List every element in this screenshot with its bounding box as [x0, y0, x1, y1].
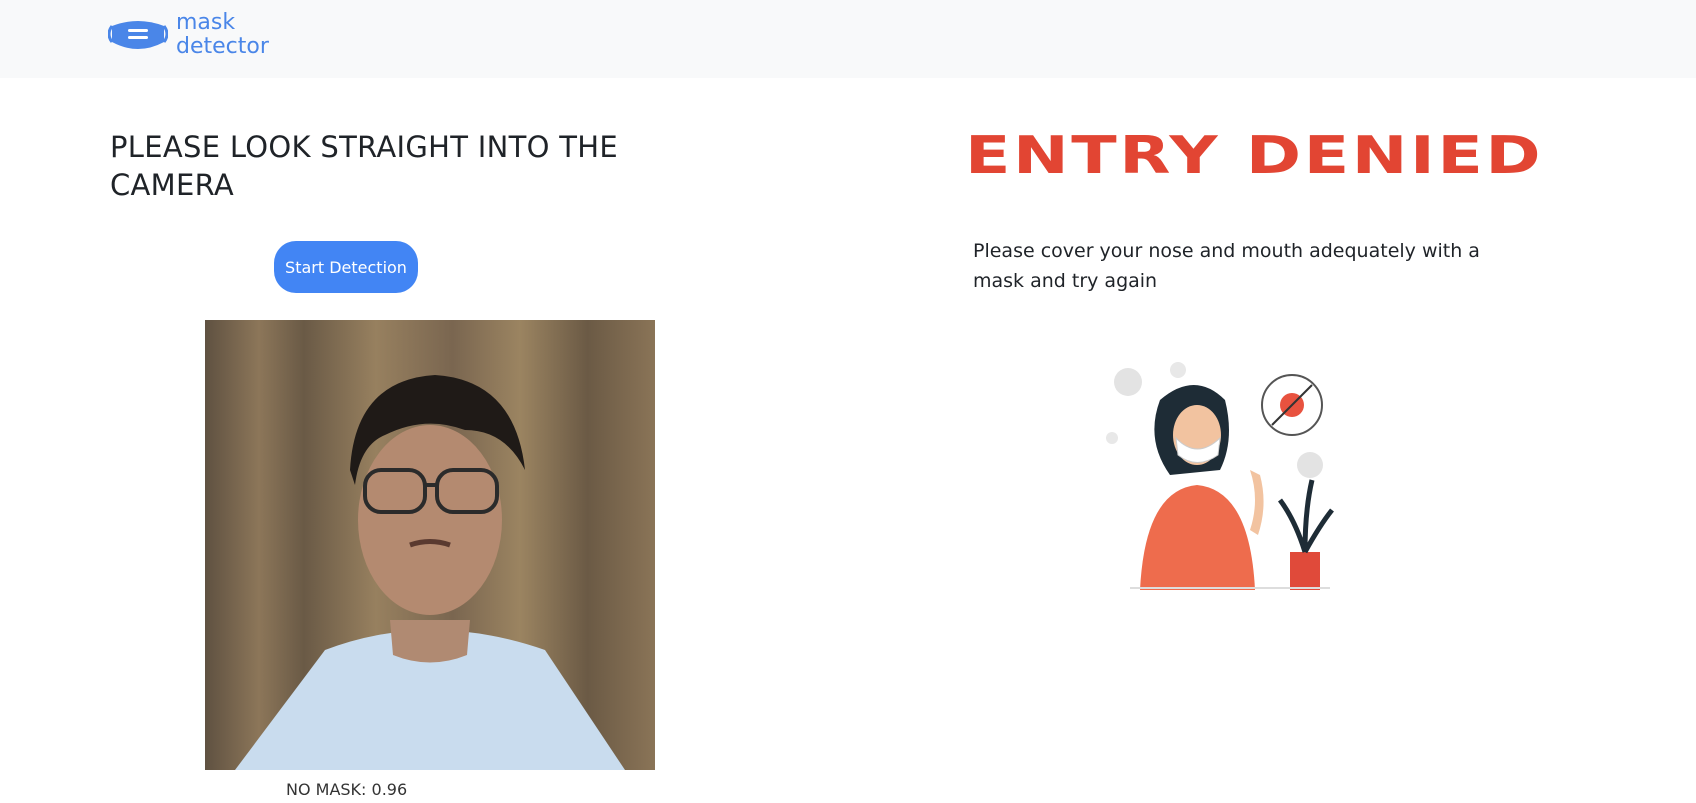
- brand-line-2: detector: [176, 34, 269, 59]
- masked-woman-illustration-icon: [1106, 362, 1334, 590]
- start-detection-button[interactable]: Start Detection: [274, 241, 418, 293]
- entry-denied-title: ENTRY DENIED: [965, 126, 1544, 186]
- camera-feed: [205, 320, 655, 770]
- detection-result-label: NO MASK: 0.96: [286, 780, 408, 799]
- mask-icon: [108, 21, 168, 49]
- instruction-heading: PLEASE LOOK STRAIGHT INTO THE CAMERA: [110, 130, 619, 202]
- brand-line-1: mask: [176, 10, 236, 35]
- denied-message: Please cover your nose and mouth adequat…: [973, 240, 1480, 292]
- navbar: mask detector: [0, 0, 1696, 78]
- brand-logo[interactable]: mask detector: [108, 10, 269, 60]
- webcam-frame: [205, 320, 655, 770]
- brand-name: mask detector: [176, 11, 269, 59]
- masked-woman-illustration: [1100, 360, 1340, 590]
